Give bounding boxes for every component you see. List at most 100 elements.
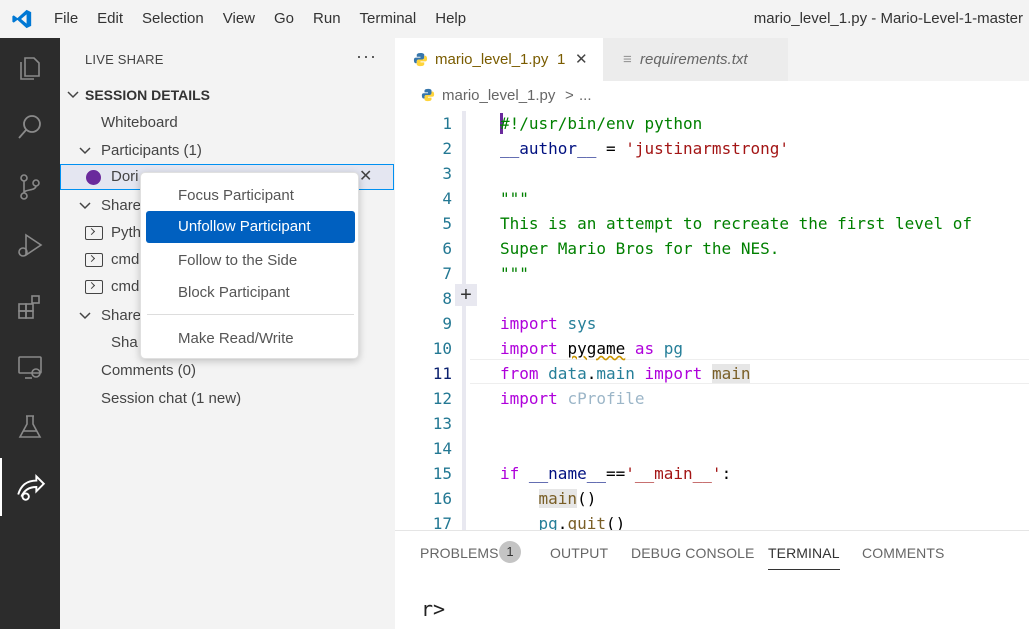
code-line: pg.quit() bbox=[538, 514, 626, 530]
menu-file[interactable]: File bbox=[44, 0, 87, 38]
line-number: 8 bbox=[442, 289, 452, 308]
editor-tabs: mario_level_1.py 1 ✕ ≡ requirements.txt bbox=[395, 38, 1029, 81]
code-line: """ bbox=[500, 264, 529, 283]
line-number: 17 bbox=[432, 514, 452, 530]
line-number: 15 bbox=[432, 464, 452, 483]
window-title: mario_level_1.py - Mario-Level-1-master bbox=[753, 10, 1023, 27]
tab-requirements[interactable]: ≡ requirements.txt bbox=[603, 38, 788, 81]
live-share-icon[interactable] bbox=[0, 458, 60, 516]
terminal-icon bbox=[85, 253, 103, 267]
line-number: 6 bbox=[442, 239, 452, 258]
sidebar-title: LIVE SHARE bbox=[85, 52, 164, 67]
more-actions-icon[interactable]: ··· bbox=[356, 46, 377, 67]
menu-run[interactable]: Run bbox=[303, 0, 350, 38]
line-number: 4 bbox=[442, 189, 452, 208]
menu-help[interactable]: Help bbox=[425, 0, 475, 38]
line-number: 13 bbox=[432, 414, 452, 433]
comments-label: Comments (0) bbox=[101, 362, 197, 379]
breadcrumb: mario_level_1.py > ... bbox=[395, 81, 1029, 111]
code-line: This is an attempt to recreate the first… bbox=[500, 214, 973, 233]
python-icon bbox=[413, 52, 428, 67]
problems-count-badge: 1 bbox=[499, 541, 521, 563]
panel-tab-terminal[interactable]: TERMINAL bbox=[768, 545, 840, 570]
panel-tab-output[interactable]: OUTPUT bbox=[550, 545, 608, 561]
code-line: Super Mario Bros for the NES. bbox=[500, 239, 780, 258]
code-line: __author__ = 'justinarmstrong' bbox=[500, 139, 789, 158]
remote-explorer-icon[interactable] bbox=[0, 338, 60, 396]
participant-avatar bbox=[86, 170, 101, 185]
problem-count-badge: 1 bbox=[557, 51, 566, 68]
bottom-panel: PROBLEMS 1 OUTPUT DEBUG CONSOLE TERMINAL… bbox=[395, 530, 1029, 629]
python-icon bbox=[421, 88, 435, 102]
chevron-down-icon bbox=[79, 202, 91, 210]
line-number: 12 bbox=[432, 389, 452, 408]
text-file-icon: ≡ bbox=[623, 51, 632, 68]
menu-item-unfollow-participant[interactable]: Unfollow Participant bbox=[146, 211, 355, 243]
code-line: from data.main import main bbox=[500, 364, 751, 383]
run-debug-icon[interactable] bbox=[0, 216, 60, 274]
chevron-down-icon bbox=[67, 91, 79, 99]
menu-bar: File Edit Selection View Go Run Terminal… bbox=[44, 0, 475, 38]
code-line: """ bbox=[500, 189, 529, 208]
activity-bar bbox=[0, 38, 60, 629]
line-number: 11 bbox=[432, 364, 452, 383]
line-number: 1 bbox=[442, 114, 452, 133]
sidebar-item-comments[interactable]: Comments (0) bbox=[60, 358, 395, 384]
code-line: if __name__=='__main__': bbox=[500, 464, 732, 483]
menu-item-follow-to-side[interactable]: Follow to the Side bbox=[146, 245, 355, 277]
shared-servers-label: Share bbox=[101, 197, 142, 214]
search-icon[interactable] bbox=[0, 98, 60, 156]
terminal-prompt[interactable]: r> bbox=[421, 597, 445, 621]
menu-item-focus-participant[interactable]: Focus Participant bbox=[146, 180, 355, 212]
sidebar-item-participants[interactable]: Participants (1) bbox=[60, 138, 395, 164]
breadcrumb-more[interactable]: ... bbox=[579, 81, 592, 111]
menu-selection[interactable]: Selection bbox=[132, 0, 213, 38]
line-number: 14 bbox=[432, 439, 452, 458]
terminal-label: Pyth bbox=[111, 224, 142, 241]
tab-label: requirements.txt bbox=[640, 51, 748, 68]
menu-item-make-read-write[interactable]: Make Read/Write bbox=[146, 323, 355, 355]
section-session-details[interactable]: SESSION DETAILS bbox=[60, 82, 395, 108]
explorer-icon[interactable] bbox=[0, 38, 60, 96]
whiteboard-label: Whiteboard bbox=[101, 114, 178, 131]
menu-view[interactable]: View bbox=[213, 0, 264, 38]
add-comment-icon[interactable]: + bbox=[455, 284, 477, 306]
vscode-logo-icon bbox=[0, 0, 44, 38]
line-number: 5 bbox=[442, 214, 452, 233]
panel-tab-comments[interactable]: COMMENTS bbox=[862, 545, 944, 561]
session-chat-label: Session chat (1 new) bbox=[101, 390, 242, 407]
menu-go[interactable]: Go bbox=[264, 0, 303, 38]
participants-label: Participants (1) bbox=[101, 142, 202, 159]
chevron-down-icon bbox=[79, 312, 91, 320]
extensions-icon[interactable] bbox=[0, 278, 60, 336]
tab-mario-level-1[interactable]: mario_level_1.py 1 ✕ bbox=[395, 38, 603, 81]
menu-separator bbox=[147, 314, 354, 315]
sidebar-item-whiteboard[interactable]: Whiteboard bbox=[60, 110, 395, 136]
line-number: 16 bbox=[432, 489, 452, 508]
menu-terminal[interactable]: Terminal bbox=[350, 0, 426, 38]
menu-edit[interactable]: Edit bbox=[87, 0, 132, 38]
line-number: 9 bbox=[442, 314, 452, 333]
line-number: 7 bbox=[442, 264, 452, 283]
code-line: import cProfile bbox=[500, 389, 645, 408]
chevron-down-icon bbox=[79, 147, 91, 155]
menu-item-block-participant[interactable]: Block Participant bbox=[146, 277, 355, 309]
panel-tab-problems[interactable]: PROBLEMS bbox=[420, 545, 499, 561]
terminal-icon bbox=[85, 226, 103, 240]
source-control-icon[interactable] bbox=[0, 158, 60, 216]
close-icon[interactable]: ✕ bbox=[359, 164, 372, 190]
code-editor[interactable]: 1 2 3 4 5 6 7 8 9 10 11 12 13 14 15 16 17 + #!/usr/bin/e… bbox=[395, 111, 1029, 530]
terminal-label: cmd bbox=[111, 251, 140, 268]
tab-label: mario_level_1.py bbox=[435, 51, 549, 68]
code-line: import sys bbox=[500, 314, 597, 333]
panel-tab-debug-console[interactable]: DEBUG CONSOLE bbox=[631, 545, 754, 561]
code-line: #!/usr/bin/env python bbox=[500, 114, 703, 133]
terminal-icon bbox=[85, 280, 103, 294]
testing-icon[interactable] bbox=[0, 398, 60, 456]
breadcrumb-file[interactable]: mario_level_1.py bbox=[442, 81, 555, 111]
sidebar-item-session-chat[interactable]: Session chat (1 new) bbox=[60, 386, 395, 412]
shared-group-label: Share bbox=[101, 307, 142, 324]
breadcrumb-separator: > bbox=[565, 87, 574, 104]
participant-name: Dori bbox=[111, 168, 139, 185]
close-icon[interactable]: ✕ bbox=[575, 38, 588, 81]
